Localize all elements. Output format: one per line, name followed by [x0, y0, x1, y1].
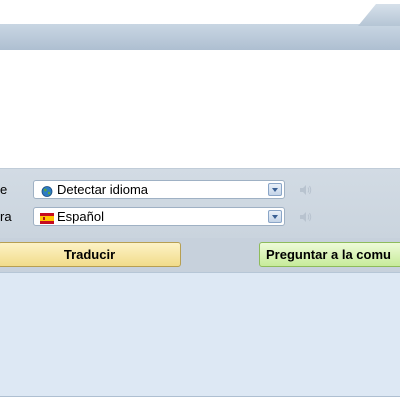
source-language-select[interactable]: Detectar idioma — [33, 180, 285, 199]
translator-window: e Detectar idioma ra — [0, 0, 400, 400]
source-text-input[interactable] — [0, 50, 400, 168]
translation-output — [0, 272, 400, 397]
speaker-icon[interactable] — [299, 210, 313, 222]
source-language-value: Detectar idioma — [57, 182, 148, 198]
spain-flag-icon — [40, 211, 54, 222]
source-language-label: e — [0, 182, 7, 197]
chevron-down-icon[interactable] — [268, 210, 282, 223]
action-bar: Traducir Preguntar a la comu — [0, 238, 400, 272]
ask-community-button[interactable]: Preguntar a la comu — [259, 242, 400, 267]
bottom-border — [0, 396, 400, 400]
chevron-down-icon[interactable] — [268, 183, 282, 196]
top-chrome-tab — [0, 0, 400, 26]
translate-button[interactable]: Traducir — [0, 242, 181, 267]
language-controls: e Detectar idioma ra — [0, 168, 400, 239]
target-language-select[interactable]: Español — [33, 207, 285, 226]
speaker-icon[interactable] — [299, 183, 313, 195]
globe-icon — [40, 184, 54, 195]
target-language-value: Español — [57, 209, 104, 225]
target-language-label: ra — [0, 209, 12, 224]
